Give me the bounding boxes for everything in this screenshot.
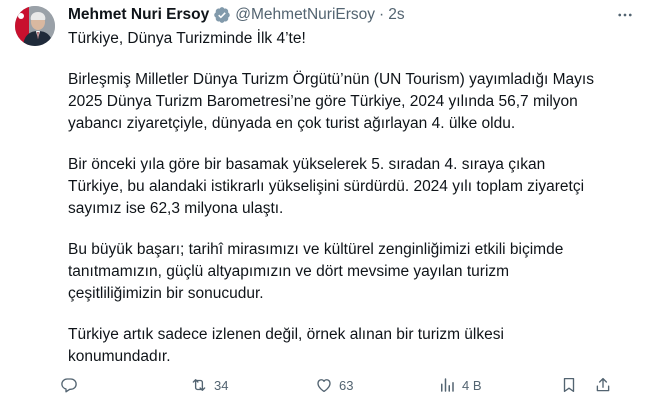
author-name[interactable]: Mehmet Nuri Ersoy [68,6,209,24]
like-count: 63 [339,377,354,393]
bookmark-icon [563,377,575,393]
action-bar: 34 63 4 B [60,372,630,398]
share-button[interactable] [594,372,618,398]
tweet-line: tanıtmamızın, güçlü altyapımızın ve dört… [68,263,510,280]
more-icon[interactable] [614,4,636,26]
author-handle[interactable]: @MehmetNuriErsoy [235,6,375,24]
tweet-line: Birleşmiş Milletler Dünya Turizm Örgütü’… [68,71,594,88]
views-count: 4 B [462,377,482,393]
verified-badge-icon [213,6,231,24]
tweet-line: Türkiye, bu alandaki istikrarlı yükseliş… [68,178,585,195]
tweet-line: Türkiye artık sadece izlenen değil, örne… [68,326,504,343]
reply-button[interactable] [60,372,84,398]
tweet-title: Türkiye, Dünya Turizminde İlk 4’te! [68,30,306,47]
tweet-line: konumundadır. [68,348,171,365]
separator-dot: · [379,6,385,23]
tweet-header: Mehmet Nuri Ersoy @MehmetNuriErsoy · 2s [68,4,636,26]
tweet-paragraph: Türkiye artık sadece izlenen değil, örne… [68,324,640,368]
share-icon [596,377,610,392]
avatar[interactable] [15,6,55,46]
tweet-paragraph: Bu büyük başarı; tarihî mirasımızı ve kü… [68,239,640,305]
like-button[interactable]: 63 [315,372,353,398]
bookmark-button[interactable] [560,372,584,398]
reply-icon [61,378,77,393]
views-icon [441,378,454,392]
retweet-icon [192,379,206,391]
tweet-line: Bir önceki yıla göre bir basamak yüksele… [68,156,546,173]
retweet-button[interactable]: 34 [190,372,228,398]
timestamp[interactable]: 2s [388,6,404,24]
tweet-line: sayımız ise 62,3 milyona ulaştı. [68,200,284,217]
tweet-paragraph: Birleşmiş Milletler Dünya Turizm Örgütü’… [68,69,640,135]
views-button[interactable]: 4 B [438,372,482,398]
tweet-line: 2025 Dünya Turizm Barometresi’ne göre Tü… [68,93,578,110]
tweet-line: Bu büyük başarı; tarihî mirasımızı ve kü… [68,241,564,258]
retweet-count: 34 [214,377,229,393]
like-icon [317,379,331,393]
tweet-line: yabancı ziyaretçiyle, dünyada en çok tur… [68,115,516,132]
tweet-line: çeşitliliğimizin bir sonucudur. [68,285,264,302]
tweet-text: Türkiye, Dünya Turizminde İlk 4’te! Birl… [68,28,640,387]
tweet-paragraph: Bir önceki yıla göre bir basamak yüksele… [68,154,640,220]
